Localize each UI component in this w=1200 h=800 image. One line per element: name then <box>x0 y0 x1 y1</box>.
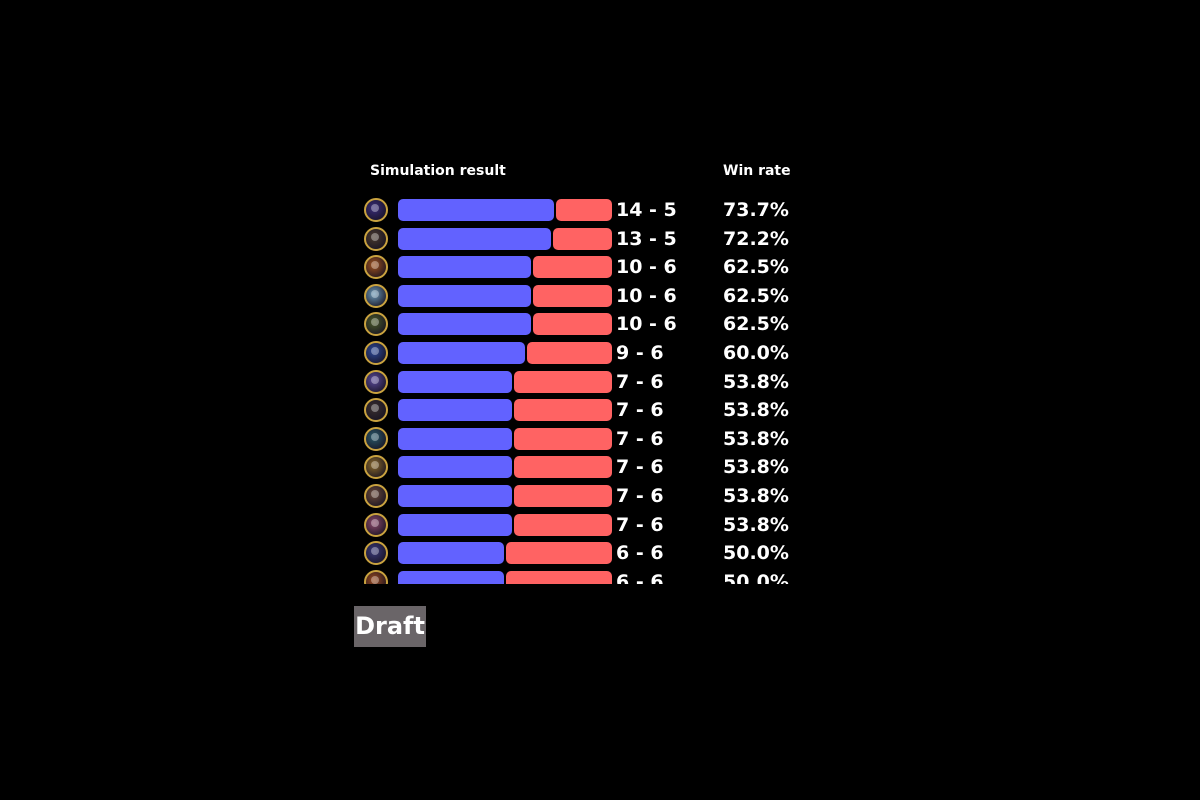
champion-portrait-icon <box>364 283 388 308</box>
result-row: 10 - 6 62.5% <box>360 310 800 339</box>
win-bar <box>398 570 504 584</box>
loss-bar <box>556 199 612 221</box>
win-rate-value: 62.5% <box>723 256 789 279</box>
win-rate-value: 53.8% <box>723 484 789 507</box>
win-loss-score: 14 - 5 <box>616 199 677 221</box>
champion-portrait-icon <box>364 569 388 584</box>
win-loss-score: 7 - 6 <box>616 456 664 479</box>
win-loss-score: 7 - 6 <box>616 370 664 393</box>
loss-bar <box>514 370 612 393</box>
champion-portrait-icon <box>364 512 388 537</box>
win-rate-value: 62.5% <box>723 284 789 307</box>
loss-bar <box>514 399 612 422</box>
champion-portrait-icon <box>364 198 388 222</box>
champion-portrait-icon <box>364 369 388 394</box>
win-bar <box>398 399 512 422</box>
simulation-result-header: Simulation result <box>370 163 506 179</box>
win-rate-value: 53.8% <box>723 427 789 450</box>
win-rate-value: 53.8% <box>723 399 789 422</box>
win-loss-score: 7 - 6 <box>616 399 664 422</box>
win-bar <box>398 341 525 364</box>
champion-portrait-icon <box>364 255 388 280</box>
loss-bar <box>514 427 612 450</box>
win-loss-score: 10 - 6 <box>616 313 677 336</box>
win-bar <box>398 427 512 450</box>
champion-portrait-icon <box>364 312 388 337</box>
win-rate-value: 73.7% <box>723 199 789 221</box>
loss-bar <box>506 570 612 584</box>
champion-portrait-icon <box>364 483 388 508</box>
win-loss-score: 7 - 6 <box>616 513 664 536</box>
win-rate-header: Win rate <box>723 163 791 179</box>
win-bar <box>398 513 512 536</box>
win-bar <box>398 542 504 565</box>
win-rate-value: 62.5% <box>723 313 789 336</box>
win-rate-value: 53.8% <box>723 513 789 536</box>
win-loss-score: 7 - 6 <box>616 427 664 450</box>
draft-button[interactable]: Draft <box>354 606 426 647</box>
loss-bar <box>506 542 612 565</box>
result-row: 7 - 6 53.8% <box>360 425 800 454</box>
result-row: 10 - 6 62.5% <box>360 282 800 311</box>
win-bar <box>398 313 531 336</box>
result-row: 13 - 5 72.2% <box>360 225 800 254</box>
loss-bar <box>514 513 612 536</box>
win-loss-score: 13 - 5 <box>616 227 677 250</box>
win-rate-value: 50.0% <box>723 542 789 565</box>
loss-bar <box>514 484 612 507</box>
win-loss-score: 6 - 6 <box>616 542 664 565</box>
win-bar <box>398 199 554 221</box>
win-loss-score: 6 - 6 <box>616 570 664 584</box>
win-loss-score: 10 - 6 <box>616 284 677 307</box>
result-row: 7 - 6 53.8% <box>360 482 800 511</box>
win-bar <box>398 484 512 507</box>
result-row: 9 - 6 60.0% <box>360 339 800 368</box>
win-bar <box>398 284 531 307</box>
champion-portrait-icon <box>364 226 388 251</box>
champion-portrait-icon <box>364 426 388 451</box>
win-rate-value: 53.8% <box>723 370 789 393</box>
loss-bar <box>514 456 612 479</box>
win-loss-score: 9 - 6 <box>616 341 664 364</box>
loss-bar <box>553 227 612 250</box>
champion-portrait-icon <box>364 398 388 423</box>
simulation-results-panel: Simulation result Win rate 14 - 5 73.7% 13… <box>360 160 800 584</box>
loss-bar <box>533 284 612 307</box>
result-row: 14 - 5 73.7% <box>360 196 800 225</box>
result-row: 7 - 6 53.8% <box>360 453 800 482</box>
result-row: 7 - 6 53.8% <box>360 396 800 425</box>
champion-portrait-icon <box>364 340 388 365</box>
win-rate-value: 60.0% <box>723 341 789 364</box>
win-bar <box>398 456 512 479</box>
loss-bar <box>533 256 612 279</box>
result-row: 7 - 6 53.8% <box>360 368 800 397</box>
win-rate-value: 53.8% <box>723 456 789 479</box>
loss-bar <box>527 341 612 364</box>
win-rate-value: 50.0% <box>723 570 789 584</box>
win-rate-value: 72.2% <box>723 227 789 250</box>
result-row: 6 - 6 50.0% <box>360 539 800 568</box>
win-loss-score: 10 - 6 <box>616 256 677 279</box>
result-row: 6 - 6 50.0% <box>360 568 800 584</box>
win-bar <box>398 227 551 250</box>
result-row: 7 - 6 53.8% <box>360 511 800 540</box>
result-row: 10 - 6 62.5% <box>360 253 800 282</box>
win-bar <box>398 256 531 279</box>
win-loss-score: 7 - 6 <box>616 484 664 507</box>
results-list[interactable]: 14 - 5 73.7% 13 - 5 72.2% 10 - 6 62.5% 10 - 6 6… <box>360 196 800 584</box>
win-bar <box>398 370 512 393</box>
champion-portrait-icon <box>364 455 388 480</box>
champion-portrait-icon <box>364 541 388 566</box>
loss-bar <box>533 313 612 336</box>
